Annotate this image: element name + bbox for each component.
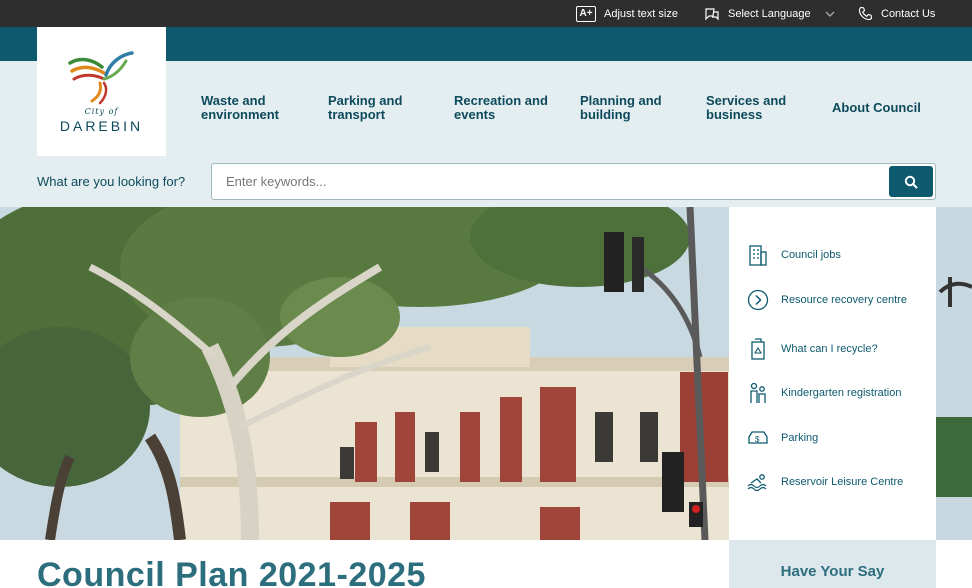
nav-parking-transport[interactable]: Parking and transport — [328, 94, 438, 122]
phone-icon — [858, 6, 873, 21]
search-input[interactable] — [226, 164, 886, 199]
bird-logo-icon — [67, 51, 134, 105]
quick-link-label: Parking — [781, 431, 819, 444]
quick-link-label: Resource recovery centre — [781, 293, 907, 306]
search-icon — [904, 175, 918, 188]
quick-link-council-jobs[interactable]: Council jobs — [747, 244, 932, 266]
contact-us-link[interactable]: Contact Us — [858, 0, 935, 27]
feature-title[interactable]: Council Plan 2021-2025 — [37, 556, 426, 588]
quick-link-parking[interactable]: $ Parking — [747, 427, 932, 449]
darebin-logo[interactable]: City of DAREBIN — [37, 27, 166, 156]
search-box — [211, 163, 936, 200]
svg-text:$: $ — [755, 435, 760, 444]
contact-us-label: Contact Us — [881, 7, 936, 20]
quick-link-label: What can I recycle? — [781, 342, 878, 355]
quick-link-label: Reservoir Leisure Centre — [781, 475, 904, 488]
logo-name: DAREBIN — [59, 118, 144, 134]
search-label: What are you looking for? — [37, 174, 186, 189]
children-icon — [747, 382, 769, 404]
have-your-say-label: Have Your Say — [780, 563, 885, 580]
parking-icon: $ — [747, 427, 769, 449]
search-button[interactable] — [889, 166, 933, 197]
quick-link-what-can-i-recycle[interactable]: What can I recycle? — [747, 338, 932, 360]
quick-links-panel: Council jobs Resource recovery centre Wh… — [729, 207, 936, 540]
utility-bar: A+ Adjust text size Select Language Cont… — [0, 0, 972, 27]
chevron-circle-icon — [747, 289, 769, 311]
recycle-bin-icon — [747, 338, 769, 360]
translate-icon — [704, 6, 720, 22]
have-your-say-button[interactable]: Have Your Say — [729, 540, 936, 588]
quick-link-label: Kindergarten registration — [781, 386, 902, 399]
adjust-text-size-label: Adjust text size — [604, 7, 678, 20]
quick-link-label: Council jobs — [781, 248, 841, 261]
quick-link-reservoir-leisure[interactable]: Reservoir Leisure Centre — [747, 471, 932, 493]
logo-city-of: City of — [84, 107, 119, 116]
nav-about-council[interactable]: About Council — [832, 101, 942, 115]
nav-recreation-events[interactable]: Recreation and events — [454, 94, 564, 122]
quick-link-resource-recovery[interactable]: Resource recovery centre — [747, 289, 932, 311]
adjust-text-size-button[interactable]: A+ Adjust text size — [576, 0, 678, 27]
select-language-label: Select Language — [728, 7, 811, 20]
building-icon — [747, 244, 769, 266]
nav-planning-building[interactable]: Planning and building — [580, 94, 690, 122]
quick-link-kindergarten[interactable]: Kindergarten registration — [747, 382, 932, 404]
select-language-button[interactable]: Select Language — [704, 0, 835, 27]
nav-services-business[interactable]: Services and business — [706, 94, 816, 122]
nav-waste-environment[interactable]: Waste and environment — [201, 94, 311, 122]
text-size-icon: A+ — [576, 5, 596, 22]
swimmer-icon — [747, 471, 769, 493]
chevron-down-icon — [825, 11, 835, 17]
